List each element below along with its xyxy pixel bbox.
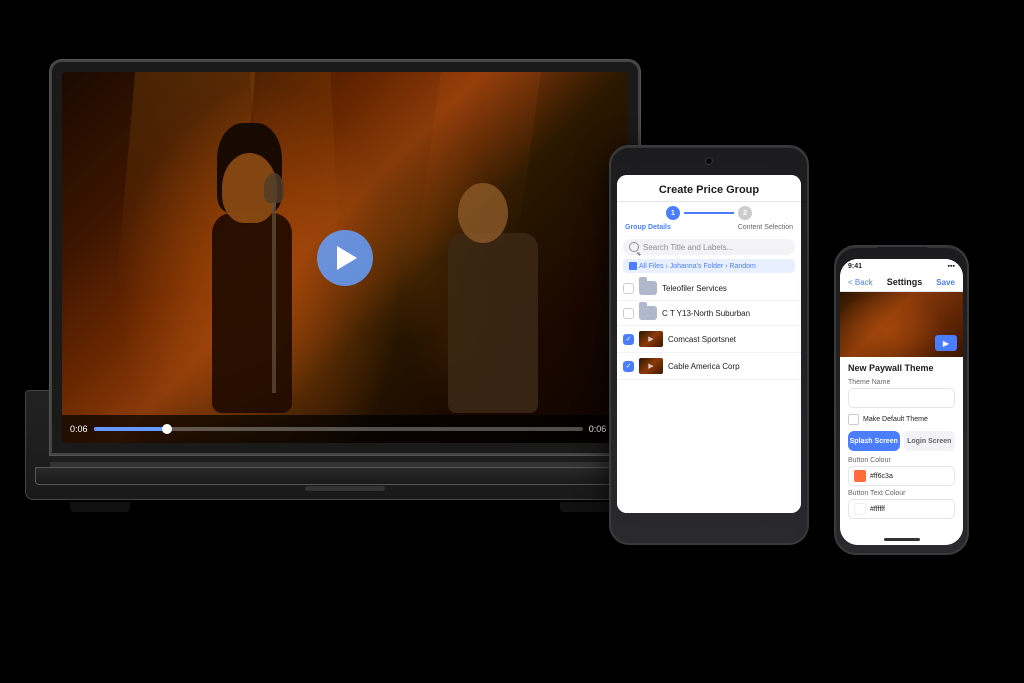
file-checkbox-4[interactable] xyxy=(623,361,634,372)
folder-icon xyxy=(639,306,657,320)
file-checkbox-2[interactable] xyxy=(623,308,634,319)
mic-stand xyxy=(272,173,276,393)
tablet-breadcrumb[interactable]: All Files › Johanna's Folder › Random xyxy=(623,259,795,273)
video-time-current: 0:06 xyxy=(70,424,88,434)
phone-ui: 9:41 ▪▪▪ < Back Settings Save ▶ xyxy=(840,259,963,545)
breadcrumb-text: All Files › Johanna's Folder › Random xyxy=(639,263,756,270)
singer-body xyxy=(212,213,292,413)
tablet-stepper: 1 2 xyxy=(617,202,801,224)
file-checkbox-3[interactable] xyxy=(623,334,634,345)
default-theme-row: Make Default Theme xyxy=(848,414,955,425)
phone-time: 9:41 xyxy=(848,263,862,270)
guitarist-body xyxy=(448,233,538,413)
file-name-2: C T Y13-North Suburban xyxy=(662,309,795,318)
phone-header: < Back Settings Save xyxy=(840,273,963,292)
laptop-screen: 0:06 0:06 ⛶ xyxy=(62,72,628,443)
tablet-file-list: Teleofiler Services C T Y13-North Suburb… xyxy=(617,276,801,380)
tablet: Create Price Group 1 2 Group Details xyxy=(609,145,809,545)
file-checkbox-1[interactable] xyxy=(623,283,634,294)
phone-body: 9:41 ▪▪▪ < Back Settings Save ▶ xyxy=(834,245,969,555)
tablet-title: Create Price Group xyxy=(625,183,793,197)
video-time-total: 0:06 xyxy=(589,424,607,434)
phone-status-bar: 9:41 ▪▪▪ xyxy=(840,259,963,273)
guitarist-silhouette xyxy=(428,173,568,413)
step-labels: Group Details Content Selection xyxy=(617,224,801,235)
phone-header-title: Settings xyxy=(887,277,923,287)
phone-section-title: New Paywall Theme xyxy=(848,363,955,373)
file-name-3: Comcast Sportsnet xyxy=(668,335,795,344)
phone-notch xyxy=(877,247,927,259)
laptop: 0:06 0:06 ⛶ xyxy=(50,60,670,580)
step-1-label: Group Details xyxy=(625,224,671,231)
phone-status-icons: ▪▪▪ xyxy=(948,263,955,270)
table-row[interactable]: Comcast Sportsnet xyxy=(617,326,801,353)
button-colour-picker[interactable]: #ff6c3a xyxy=(848,466,955,486)
tablet-search-bar[interactable]: Search Title and Labels... xyxy=(623,239,795,255)
tablet-header: Create Price Group xyxy=(617,175,801,202)
default-theme-label: Make Default Theme xyxy=(863,416,928,423)
video-controls: 0:06 0:06 ⛶ xyxy=(62,415,628,443)
table-row[interactable]: C T Y13-North Suburban xyxy=(617,301,801,326)
video-thumbnail xyxy=(639,331,663,347)
button-text-colour-picker[interactable]: #ffffff xyxy=(848,499,955,519)
login-screen-tab[interactable]: Login Screen xyxy=(904,431,956,451)
video-progress-track[interactable] xyxy=(94,427,583,431)
button-colour-swatch xyxy=(854,470,866,482)
video-thumbnail xyxy=(639,358,663,374)
video-progress-thumb xyxy=(162,424,172,434)
folder-icon xyxy=(639,281,657,295)
laptop-base xyxy=(35,467,655,485)
laptop-video-content: 0:06 0:06 ⛶ xyxy=(62,72,628,443)
phone-save-button[interactable]: Save xyxy=(936,278,955,287)
file-name-1: Teleofiler Services xyxy=(662,284,795,293)
button-colour-label: Button Colour xyxy=(848,457,955,464)
laptop-screen-bezel: 0:06 0:06 ⛶ xyxy=(50,60,640,455)
scene: 0:06 0:06 ⛶ xyxy=(0,0,1024,683)
splash-screen-tab[interactable]: Splash Screen xyxy=(848,431,900,451)
phone: 9:41 ▪▪▪ < Back Settings Save ▶ xyxy=(834,245,969,555)
phone-home-indicator xyxy=(884,538,920,541)
button-text-colour-swatch xyxy=(854,503,866,515)
tablet-camera xyxy=(705,157,713,165)
phone-video-play-button[interactable]: ▶ xyxy=(935,335,957,351)
phone-back-button[interactable]: < Back xyxy=(848,278,873,287)
theme-name-label: Theme Name xyxy=(848,379,955,386)
button-text-colour-value: #ffffff xyxy=(870,506,885,513)
folder-icon xyxy=(629,262,637,270)
video-play-button[interactable] xyxy=(317,230,373,286)
screen-tab-group: Splash Screen Login Screen xyxy=(848,431,955,451)
signal-icon: ▪▪▪ xyxy=(948,263,955,270)
button-text-colour-label: Button Text Colour xyxy=(848,490,955,497)
phone-video-thumbnail: ▶ xyxy=(840,292,963,357)
tablet-body: Create Price Group 1 2 Group Details xyxy=(609,145,809,545)
step-1-dot: 1 xyxy=(666,206,680,220)
theme-name-input[interactable] xyxy=(848,388,955,408)
step-2-label: Content Selection xyxy=(738,224,793,231)
step-line xyxy=(684,212,734,214)
phone-paywall-section: New Paywall Theme Theme Name Make Defaul… xyxy=(840,357,963,529)
tablet-screen: Create Price Group 1 2 Group Details xyxy=(617,175,801,513)
search-placeholder: Search Title and Labels... xyxy=(643,243,733,252)
default-theme-checkbox[interactable] xyxy=(848,414,859,425)
phone-screen: 9:41 ▪▪▪ < Back Settings Save ▶ xyxy=(840,259,963,545)
guitarist-head xyxy=(458,183,508,243)
video-progress-fill xyxy=(94,427,167,431)
button-colour-value: #ff6c3a xyxy=(870,473,893,480)
tablet-ui: Create Price Group 1 2 Group Details xyxy=(617,175,801,513)
laptop-foot-left xyxy=(70,502,130,512)
search-icon xyxy=(629,242,639,252)
table-row[interactable]: Teleofiler Services xyxy=(617,276,801,301)
step-2-dot: 2 xyxy=(738,206,752,220)
file-name-4: Cable America Corp xyxy=(668,362,795,371)
table-row[interactable]: Cable America Corp xyxy=(617,353,801,380)
